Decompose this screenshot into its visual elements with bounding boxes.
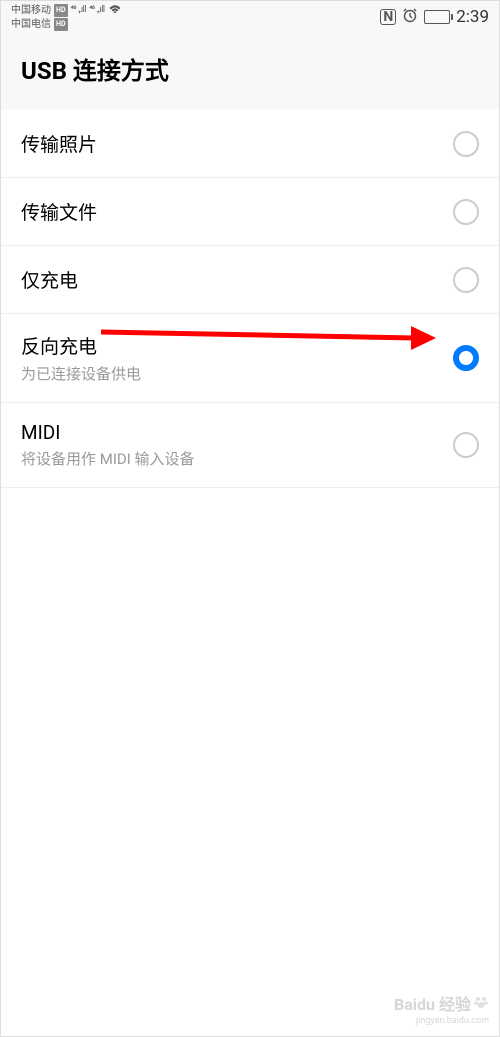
- radio-checked[interactable]: [453, 345, 479, 371]
- status-carriers: 中国移动 HD ⁴⁶ ₊ıll ⁴⁶ ₊ıll 中国电信 HD: [11, 3, 122, 31]
- option-transfer-files[interactable]: 传输文件: [1, 178, 499, 246]
- status-time: 2:39: [456, 7, 489, 27]
- watermark-url: jingyan.baidu.com: [394, 1014, 489, 1028]
- option-charge-only[interactable]: 仅充电: [1, 246, 499, 314]
- option-reverse-charge[interactable]: 反向充电 为已连接设备供电: [1, 314, 499, 403]
- usb-options-list: 传输照片 传输文件 仅充电 反向充电 为已连接设备供电 MIDI 将设备用作 M…: [1, 110, 499, 488]
- paw-icon: [473, 994, 489, 1014]
- signal-2: ⁴⁶ ₊ıll: [89, 4, 105, 17]
- status-right: N 2:39: [380, 7, 489, 27]
- option-label: MIDI: [21, 421, 195, 444]
- hd-badge-1: HD: [54, 4, 68, 17]
- option-midi[interactable]: MIDI 将设备用作 MIDI 输入设备: [1, 403, 499, 488]
- nfc-icon: N: [380, 9, 396, 25]
- radio-unchecked[interactable]: [453, 131, 479, 157]
- wifi-icon: [108, 3, 122, 18]
- option-transfer-photos[interactable]: 传输照片: [1, 110, 499, 178]
- hd-badge-2: HD: [54, 18, 68, 31]
- option-label: 传输照片: [21, 130, 97, 157]
- carrier-1: 中国移动: [11, 4, 51, 17]
- option-label: 传输文件: [21, 198, 97, 225]
- carrier-2: 中国电信: [11, 18, 51, 31]
- option-subtitle: 为已连接设备供电: [21, 363, 141, 384]
- page-header: USB 连接方式: [1, 33, 499, 110]
- option-label: 仅充电: [21, 266, 78, 293]
- watermark-brand: Baidu 经验: [394, 998, 471, 1012]
- alarm-icon: [402, 7, 418, 27]
- radio-unchecked[interactable]: [453, 199, 479, 225]
- radio-unchecked[interactable]: [453, 267, 479, 293]
- watermark: Baidu 经验 jingyan.baidu.com: [394, 994, 489, 1028]
- radio-unchecked[interactable]: [453, 432, 479, 458]
- status-bar: 中国移动 HD ⁴⁶ ₊ıll ⁴⁶ ₊ıll 中国电信 HD N 2:39: [1, 1, 499, 33]
- battery-icon: [424, 10, 450, 24]
- signal-1: ⁴⁶ ₊ıll: [71, 4, 87, 17]
- page-title: USB 连接方式: [21, 51, 479, 86]
- option-subtitle: 将设备用作 MIDI 输入设备: [21, 448, 195, 469]
- option-label: 反向充电: [21, 332, 141, 359]
